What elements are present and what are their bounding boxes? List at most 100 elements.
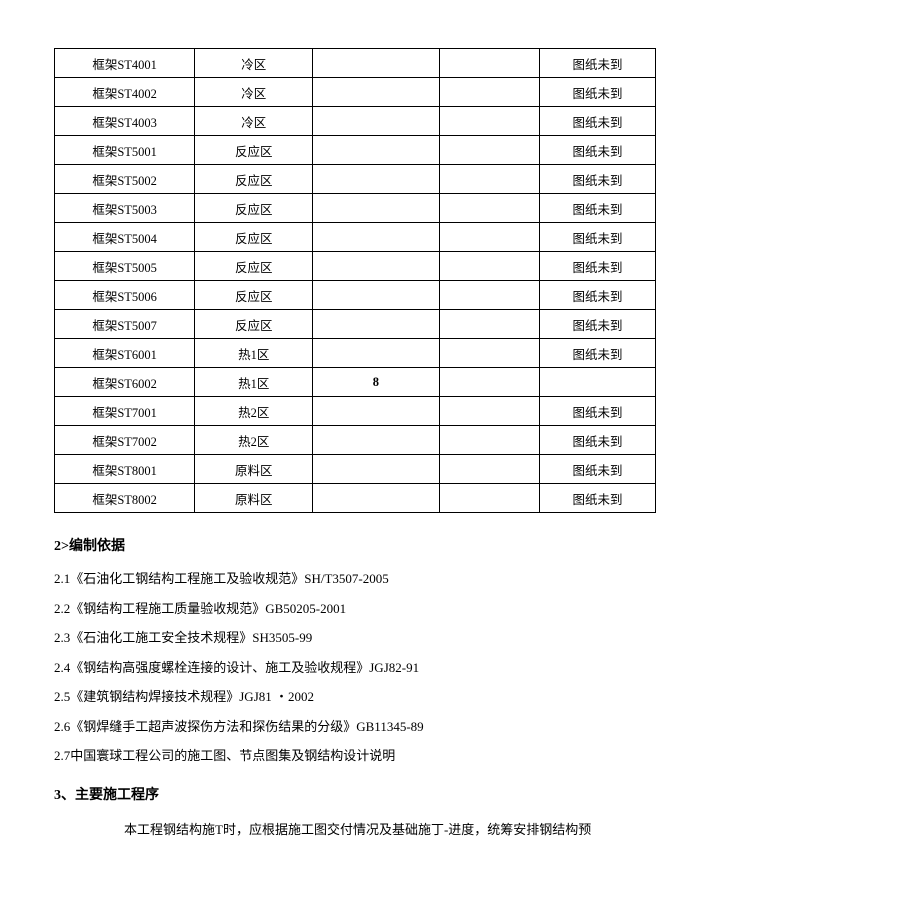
table-cell: 冷区 bbox=[195, 49, 313, 78]
table-cell bbox=[313, 281, 439, 310]
table-cell bbox=[439, 223, 539, 252]
table-cell: 图纸未到 bbox=[539, 281, 655, 310]
table-cell: 反应区 bbox=[195, 165, 313, 194]
table-row: 框架ST8001原料区 图纸未到 bbox=[55, 455, 656, 484]
table-row: 框架ST5002反应区 图纸未到 bbox=[55, 165, 656, 194]
table-cell: 反应区 bbox=[195, 281, 313, 310]
table-cell: 框架ST7002 bbox=[55, 426, 195, 455]
table-cell: 图纸未到 bbox=[539, 49, 655, 78]
table-cell bbox=[439, 107, 539, 136]
table-cell: 图纸未到 bbox=[539, 78, 655, 107]
table-cell bbox=[313, 107, 439, 136]
section-2-item: 2.1《石油化工钢结构工程施工及验收规范》SH/T3507-2005 bbox=[54, 569, 866, 589]
table-cell bbox=[439, 136, 539, 165]
table-cell: 图纸未到 bbox=[539, 455, 655, 484]
table-cell: 热1区 bbox=[195, 339, 313, 368]
table-cell bbox=[439, 426, 539, 455]
table-cell: 框架ST5002 bbox=[55, 165, 195, 194]
table-cell: 框架ST5004 bbox=[55, 223, 195, 252]
table-cell: 图纸未到 bbox=[539, 136, 655, 165]
table-row: 框架ST5001反应区 图纸未到 bbox=[55, 136, 656, 165]
table-cell: 热2区 bbox=[195, 397, 313, 426]
table-cell: 框架ST6001 bbox=[55, 339, 195, 368]
table-cell: 冷区 bbox=[195, 78, 313, 107]
section-2-title: 2>编制依据 bbox=[54, 535, 866, 555]
table-cell: 冷区 bbox=[195, 107, 313, 136]
table-cell: 图纸未到 bbox=[539, 252, 655, 281]
table-cell: 框架ST4001 bbox=[55, 49, 195, 78]
table-cell bbox=[313, 426, 439, 455]
table-row: 框架ST4001冷区 图纸未到 bbox=[55, 49, 656, 78]
table-cell bbox=[439, 194, 539, 223]
table-cell bbox=[439, 78, 539, 107]
table-row: 框架ST4003冷区图纸未到 bbox=[55, 107, 656, 136]
table-cell bbox=[313, 252, 439, 281]
table-cell: 图纸未到 bbox=[539, 397, 655, 426]
table-cell bbox=[313, 78, 439, 107]
table-row: 框架ST8002原料区 图纸未到 bbox=[55, 484, 656, 513]
table-cell: 热2区 bbox=[195, 426, 313, 455]
table-cell bbox=[313, 455, 439, 484]
table-cell: 热1区 bbox=[195, 368, 313, 397]
section-2-item: 2.4《钢结构高强度螺栓连接的设计、施工及验收规程》JGJ82-91 bbox=[54, 658, 866, 678]
table-row: 框架ST5003反应区 图纸未到 bbox=[55, 194, 656, 223]
table-cell: 图纸未到 bbox=[539, 194, 655, 223]
table-cell bbox=[439, 49, 539, 78]
table-cell bbox=[439, 397, 539, 426]
table-cell: 反应区 bbox=[195, 194, 313, 223]
table-row: 框架ST6001热1区 图纸未到 bbox=[55, 339, 656, 368]
table-cell bbox=[313, 310, 439, 339]
table-cell: 框架ST7001 bbox=[55, 397, 195, 426]
table-cell bbox=[313, 484, 439, 513]
table-cell bbox=[439, 310, 539, 339]
table-row: 框架ST4002冷区 图纸未到 bbox=[55, 78, 656, 107]
table-cell bbox=[439, 165, 539, 194]
table-cell: 框架ST5001 bbox=[55, 136, 195, 165]
table-row: 框架ST5005反应区 图纸未到 bbox=[55, 252, 656, 281]
table-row: 框架ST5004反应区 图纸未到 bbox=[55, 223, 656, 252]
table-cell: 框架ST6002 bbox=[55, 368, 195, 397]
table-row: 框架ST5007反应区 图纸未到 bbox=[55, 310, 656, 339]
table-cell: 图纸未到 bbox=[539, 484, 655, 513]
table-cell: 8 bbox=[313, 368, 439, 397]
table-cell: 框架ST8002 bbox=[55, 484, 195, 513]
table-cell bbox=[313, 49, 439, 78]
table-cell: 框架ST5003 bbox=[55, 194, 195, 223]
table-cell: 框架ST8001 bbox=[55, 455, 195, 484]
table-cell bbox=[539, 368, 655, 397]
table-cell: 框架ST5005 bbox=[55, 252, 195, 281]
table-cell bbox=[439, 281, 539, 310]
table-cell: 框架ST5006 bbox=[55, 281, 195, 310]
table-cell: 反应区 bbox=[195, 223, 313, 252]
table-cell bbox=[313, 223, 439, 252]
table-cell: 图纸未到 bbox=[539, 165, 655, 194]
table-row: 框架ST5006反应区 图纸未到 bbox=[55, 281, 656, 310]
section-2-item: 2.6《钢焊缝手工超声波探伤方法和探伤结果的分级》GB11345-89 bbox=[54, 717, 866, 737]
section-3-body: 本工程钢结构施T时，应根据施工图交付情况及基础施丁-进度，统筹安排钢结构预 bbox=[54, 820, 866, 840]
table-cell bbox=[313, 194, 439, 223]
table-cell bbox=[439, 368, 539, 397]
table-cell: 图纸未到 bbox=[539, 339, 655, 368]
table-cell: 图纸未到 bbox=[539, 310, 655, 339]
table-cell bbox=[313, 397, 439, 426]
table-cell: 框架ST5007 bbox=[55, 310, 195, 339]
table-cell: 反应区 bbox=[195, 252, 313, 281]
frame-table: 框架ST4001冷区图纸未到框架ST4002冷区图纸未到框架ST4003冷区图纸… bbox=[54, 48, 656, 513]
table-cell: 图纸未到 bbox=[539, 107, 655, 136]
table-cell: 框架ST4002 bbox=[55, 78, 195, 107]
table-cell bbox=[439, 484, 539, 513]
table-cell bbox=[439, 455, 539, 484]
table-row: 框架ST6002热1区8 bbox=[55, 368, 656, 397]
table-row: 框架ST7001热2区 图纸未到 bbox=[55, 397, 656, 426]
table-cell: 反应区 bbox=[195, 136, 313, 165]
section-2-item: 2.5《建筑钢结构焊接技术规程》JGJ81 ・2002 bbox=[54, 687, 866, 707]
table-row: 框架ST7002热2区图纸未到 bbox=[55, 426, 656, 455]
table-cell: 图纸未到 bbox=[539, 223, 655, 252]
table-cell: 原料区 bbox=[195, 455, 313, 484]
table-cell bbox=[313, 339, 439, 368]
section-3-title: 3、主要施工程序 bbox=[54, 784, 866, 804]
section-2-item: 2.7中国寰球工程公司的施工图、节点图集及钢结构设计说明 bbox=[54, 746, 866, 766]
table-cell bbox=[439, 339, 539, 368]
table-cell: 原料区 bbox=[195, 484, 313, 513]
table-cell: 反应区 bbox=[195, 310, 313, 339]
